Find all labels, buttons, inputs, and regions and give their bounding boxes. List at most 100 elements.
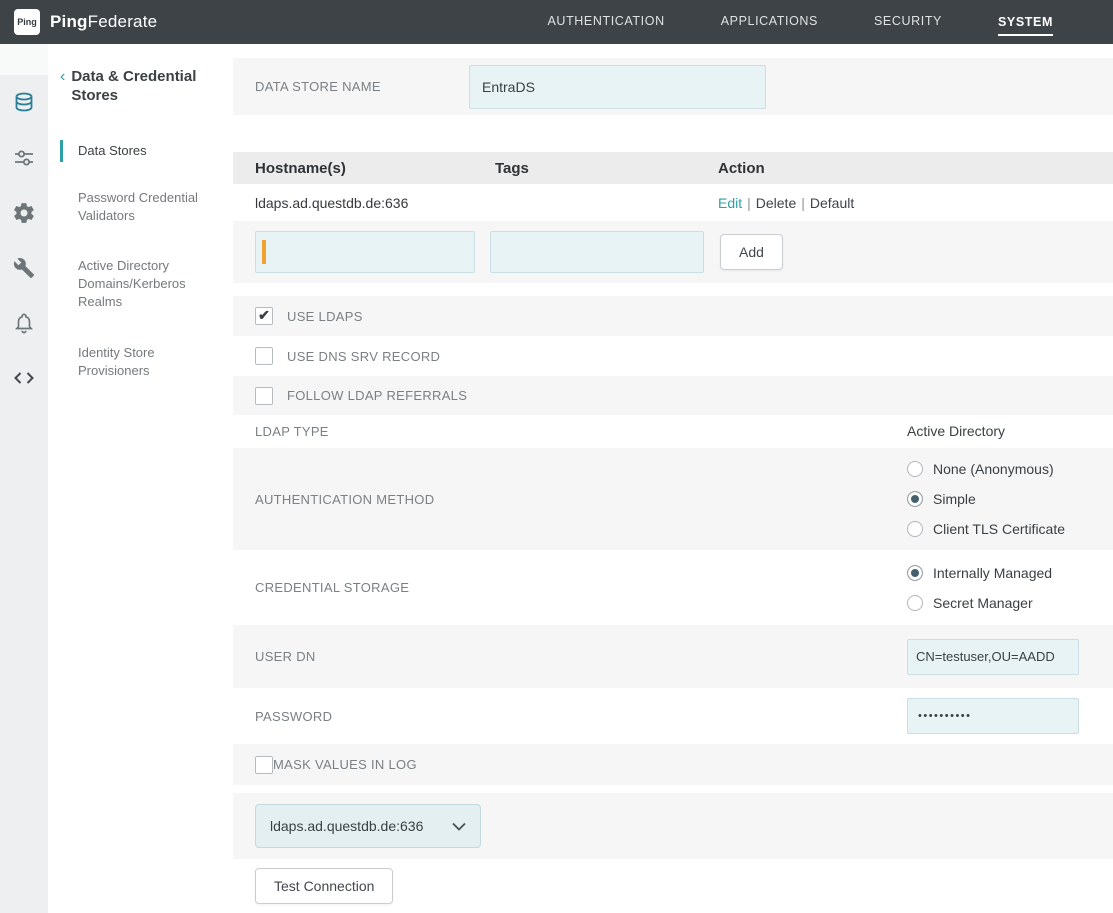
edit-link[interactable]: Edit <box>718 195 742 211</box>
app-title-light: Federate <box>88 12 158 31</box>
text-cursor <box>262 240 266 264</box>
new-hostname-wrap <box>255 231 475 273</box>
use-ldaps-checkbox[interactable]: ✔ <box>255 307 273 325</box>
ldap-type-row: LDAP TYPE Active Directory <box>233 415 1113 448</box>
user-dn-label: USER DN <box>255 649 316 664</box>
auth-none-label: None (Anonymous) <box>933 461 1054 477</box>
default-link[interactable]: Default <box>810 195 854 211</box>
cred-option-secret-manager: Secret Manager <box>907 588 1113 618</box>
new-tags-input[interactable] <box>490 231 704 273</box>
use-dns-srv-row: USE DNS SRV RECORD <box>233 336 1113 376</box>
nav-system[interactable]: SYSTEM <box>998 15 1053 36</box>
authentication-method-row: AUTHENTICATION METHOD None (Anonymous) S… <box>233 448 1113 550</box>
wrench-icon[interactable] <box>0 240 48 295</box>
use-dns-srv-checkbox[interactable] <box>255 347 273 365</box>
auth-option-simple: Simple <box>907 484 1113 514</box>
use-ldaps-row: ✔ USE LDAPS <box>233 296 1113 336</box>
mask-values-label: MASK VALUES IN LOG <box>273 757 417 772</box>
ldap-type-value: Active Directory <box>907 423 1005 439</box>
chevron-down-icon <box>452 822 466 831</box>
add-button[interactable]: Add <box>720 234 783 270</box>
hostname-table-header: Hostname(s) Tags Action <box>233 152 1113 184</box>
spacer <box>233 115 1113 152</box>
bell-icon[interactable] <box>0 295 48 350</box>
mask-values-checkbox[interactable] <box>255 756 273 774</box>
auth-simple-radio[interactable] <box>907 491 923 507</box>
add-hostname-row: Add <box>233 221 1113 283</box>
credential-storage-row: CREDENTIAL STORAGE Internally Managed Se… <box>233 550 1113 625</box>
test-connection-button[interactable]: Test Connection <box>255 868 393 904</box>
auth-simple-label: Simple <box>933 491 976 507</box>
cred-option-internal: Internally Managed <box>907 558 1113 588</box>
action-separator: | <box>747 195 751 211</box>
follow-referrals-row: FOLLOW LDAP REFERRALS <box>233 376 1113 415</box>
data-store-name-label: DATA STORE NAME <box>255 79 469 94</box>
col-action: Action <box>718 160 1113 177</box>
back-chevron-icon[interactable]: ‹ <box>60 67 65 106</box>
spacer <box>233 283 1113 296</box>
hostname-value: ldaps.ad.questdb.de:636 <box>255 195 495 211</box>
gear-icon[interactable] <box>0 185 48 240</box>
auth-option-none: None (Anonymous) <box>907 454 1113 484</box>
ldap-type-label: LDAP TYPE <box>255 424 329 439</box>
sidebar-item-ad-domains-kerberos-realms[interactable]: Active Directory Domains/Kerberos Realms <box>60 248 220 321</box>
server-dropdown-value: ldaps.ad.questdb.de:636 <box>270 818 423 834</box>
server-dropdown[interactable]: ldaps.ad.questdb.de:636 <box>255 804 481 848</box>
sidebar-title: ‹ Data & Credential Stores <box>60 68 225 106</box>
auth-client-tls-label: Client TLS Certificate <box>933 521 1065 537</box>
ping-logo-text: Ping <box>17 17 37 27</box>
pingfederate-admin-screen: Ping PingFederate AUTHENTICATION APPLICA… <box>0 0 1113 913</box>
app-title: PingFederate <box>50 12 157 32</box>
mask-values-row: MASK VALUES IN LOG <box>233 744 1113 785</box>
test-server-row: ldaps.ad.questdb.de:636 <box>233 793 1113 859</box>
code-icon[interactable] <box>0 350 48 405</box>
password-row: PASSWORD <box>233 688 1113 744</box>
data-store-name-input[interactable] <box>469 65 766 109</box>
nav-security[interactable]: SECURITY <box>874 14 942 30</box>
sidebar-items: Data Stores Password Credential Validato… <box>60 140 233 390</box>
ping-logo: Ping <box>14 9 40 35</box>
sidebar-item-data-stores[interactable]: Data Stores <box>60 140 220 162</box>
auth-option-client-tls: Client TLS Certificate <box>907 514 1113 544</box>
authentication-method-label: AUTHENTICATION METHOD <box>255 492 434 507</box>
cred-secret-manager-label: Secret Manager <box>933 595 1033 611</box>
action-separator: | <box>801 195 805 211</box>
user-dn-row: USER DN <box>233 625 1113 688</box>
col-hostnames: Hostname(s) <box>255 160 495 177</box>
rail-top-highlight <box>0 44 48 75</box>
sidebar-item-password-credential-validators[interactable]: Password Credential Validators <box>60 180 220 234</box>
use-ldaps-label: USE LDAPS <box>287 309 363 324</box>
follow-referrals-label: FOLLOW LDAP REFERRALS <box>287 388 467 403</box>
test-connection-row: Test Connection <box>233 859 1113 904</box>
data-store-name-row: DATA STORE NAME <box>233 58 1113 115</box>
nav-authentication[interactable]: AUTHENTICATION <box>548 14 665 30</box>
cred-secret-manager-radio[interactable] <box>907 595 923 611</box>
nav-applications[interactable]: APPLICATIONS <box>721 14 818 30</box>
data-store-form: DATA STORE NAME Hostname(s) Tags Action … <box>233 44 1113 913</box>
spacer <box>233 785 1113 793</box>
cred-internal-radio[interactable] <box>907 565 923 581</box>
checkmark-icon: ✔ <box>258 308 270 322</box>
use-dns-srv-label: USE DNS SRV RECORD <box>287 349 440 364</box>
top-navbar: Ping PingFederate AUTHENTICATION APPLICA… <box>0 0 1113 44</box>
delete-link[interactable]: Delete <box>756 195 796 211</box>
auth-client-tls-radio[interactable] <box>907 521 923 537</box>
auth-none-radio[interactable] <box>907 461 923 477</box>
hostname-table-row: ldaps.ad.questdb.de:636 Edit | Delete | Defa… <box>233 184 1113 221</box>
follow-referrals-checkbox[interactable] <box>255 387 273 405</box>
password-label: PASSWORD <box>255 709 332 724</box>
col-tags: Tags <box>495 160 718 177</box>
sliders-icon[interactable] <box>0 130 48 185</box>
sidebar-item-identity-store-provisioners[interactable]: Identity Store Provisioners <box>60 335 220 389</box>
app-title-bold: Ping <box>50 12 88 31</box>
new-hostname-input[interactable] <box>255 231 475 273</box>
user-dn-input[interactable] <box>907 639 1079 675</box>
top-nav-items: AUTHENTICATION APPLICATIONS SECURITY SYS… <box>548 14 1054 30</box>
authentication-method-options: None (Anonymous) Simple Client TLS Certi… <box>907 454 1113 544</box>
sidebar-title-label: Data & Credential Stores <box>71 68 225 106</box>
credential-storage-options: Internally Managed Secret Manager <box>907 558 1113 618</box>
password-input[interactable] <box>907 698 1079 734</box>
icon-rail <box>0 44 48 913</box>
data-stores-icon[interactable] <box>0 75 48 130</box>
credential-storage-label: CREDENTIAL STORAGE <box>255 580 409 595</box>
